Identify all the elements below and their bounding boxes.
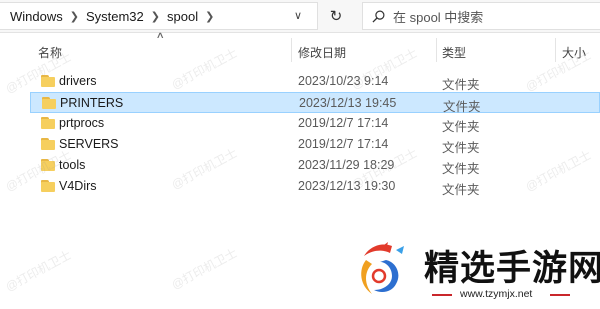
file-date: 2019/12/7 17:14: [298, 137, 389, 151]
brand-emblem-icon: [361, 242, 404, 294]
brand-logo: 精选手游网 www.tzymjx.net: [352, 236, 600, 309]
brand-url: www.tzymjx.net: [460, 288, 533, 300]
watermark: @打印机卫士: [3, 247, 74, 295]
column-divider[interactable]: [555, 38, 556, 62]
address-bar[interactable]: Windows ❯ System32 ❯ spool ❯ ∨: [0, 2, 318, 30]
file-name: V4Dirs: [59, 179, 97, 193]
top-bar: Windows ❯ System32 ❯ spool ❯ ∨ ↻ 在 spool…: [0, 0, 600, 33]
search-icon: [363, 10, 393, 23]
watermark: @打印机卫士: [169, 245, 240, 293]
search-box[interactable]: 在 spool 中搜索: [362, 2, 600, 30]
file-date: 2023/10/23 9:14: [298, 74, 389, 88]
folder-icon: [41, 180, 55, 192]
file-type: 文件夹: [442, 120, 480, 134]
brand-title: 精选手游网: [424, 249, 600, 289]
chevron-down-icon[interactable]: ∨: [294, 9, 302, 22]
file-type: 文件夹: [442, 162, 480, 176]
column-divider[interactable]: [436, 38, 437, 62]
file-row-printers[interactable]: PRINTERS 2023/12/13 19:45 文件夹: [30, 92, 600, 114]
brand-divider: [550, 294, 570, 296]
refresh-icon[interactable]: ↻: [322, 3, 350, 29]
file-row-tools[interactable]: tools 2023/11/29 18:29 文件夹: [30, 155, 600, 176]
search-placeholder[interactable]: 在 spool 中搜索: [393, 7, 483, 26]
chevron-right-icon[interactable]: ❯: [148, 10, 163, 23]
file-date: 2023/11/29 18:29: [298, 158, 395, 172]
file-date: 2023/12/13 19:45: [299, 96, 397, 110]
file-name: tools: [59, 158, 86, 172]
folder-icon: [41, 138, 55, 150]
file-date: 2023/12/13 19:30: [298, 179, 396, 193]
folder-icon: [41, 159, 55, 171]
column-size[interactable]: 大小: [562, 44, 586, 61]
file-name: prtprocs: [59, 116, 105, 130]
chevron-right-icon[interactable]: ❯: [202, 10, 217, 23]
breadcrumb-windows[interactable]: Windows: [6, 9, 67, 24]
file-row-drivers[interactable]: drivers 2023/10/23 9:14 文件夹: [30, 71, 600, 92]
file-name: drivers: [59, 74, 97, 88]
column-divider[interactable]: [291, 38, 292, 62]
folder-icon: [42, 97, 56, 109]
column-name[interactable]: 名称: [38, 44, 62, 61]
file-type: 文件夹: [442, 141, 480, 155]
file-row-servers[interactable]: SERVERS 2019/12/7 17:14 文件夹: [30, 134, 600, 155]
brand-divider: [432, 294, 452, 296]
sort-ascending-icon: ∧: [155, 30, 165, 40]
file-type: 文件夹: [442, 183, 480, 197]
file-date: 2019/12/7 17:14: [298, 116, 389, 130]
column-type[interactable]: 类型: [442, 44, 466, 61]
chevron-right-icon[interactable]: ❯: [67, 10, 82, 23]
column-date[interactable]: 修改日期: [298, 44, 346, 61]
file-name: SERVERS: [59, 137, 119, 151]
column-header: 名称 修改日期 类型 大小: [0, 36, 600, 64]
breadcrumb-system32[interactable]: System32: [82, 9, 148, 24]
breadcrumb-spool[interactable]: spool: [163, 9, 202, 24]
file-name: PRINTERS: [60, 96, 124, 110]
file-row-v4dirs[interactable]: V4Dirs 2023/12/13 19:30 文件夹: [30, 176, 600, 197]
file-row-prtprocs[interactable]: prtprocs 2019/12/7 17:14 文件夹: [30, 113, 600, 134]
folder-icon: [41, 117, 55, 129]
file-type: 文件夹: [442, 78, 480, 92]
folder-icon: [41, 75, 55, 87]
